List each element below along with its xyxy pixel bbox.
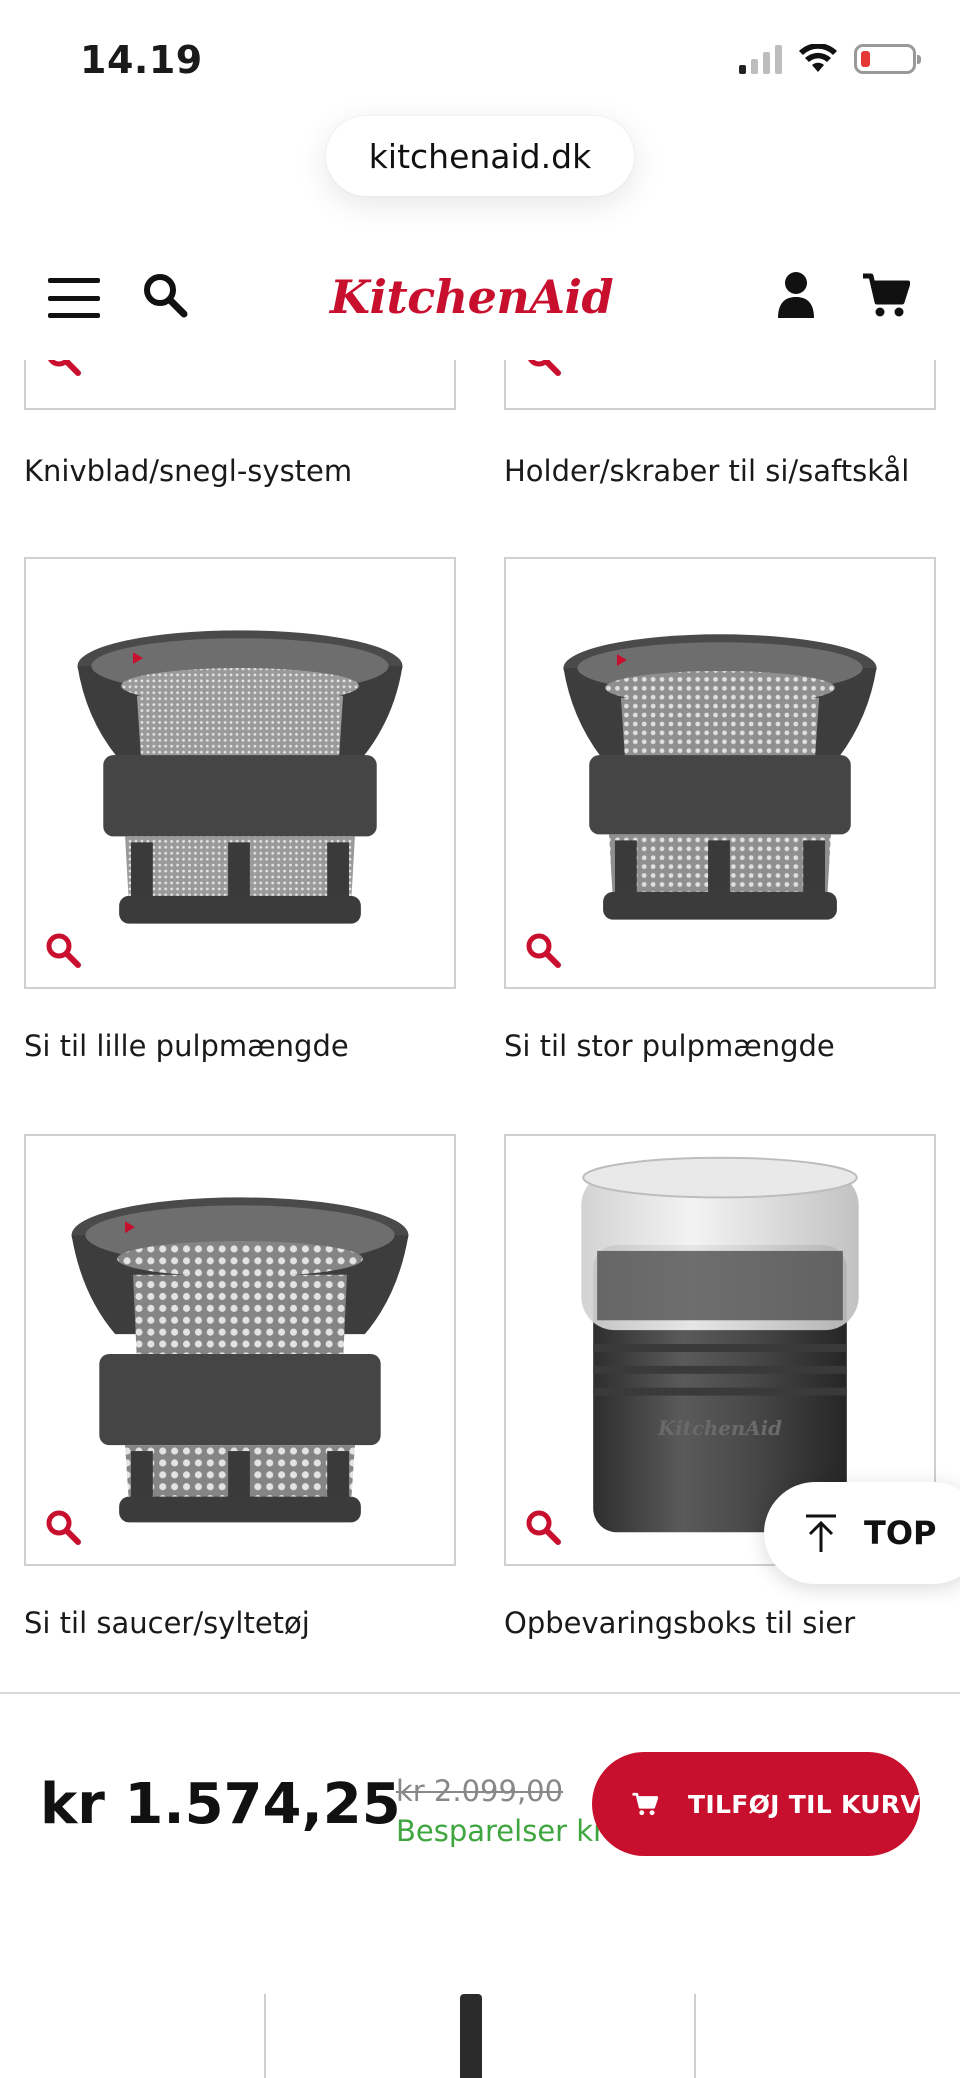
product-image[interactable] bbox=[24, 1134, 456, 1566]
product-card[interactable]: Si til saucer/syltetøj bbox=[24, 1134, 456, 1640]
product-image[interactable] bbox=[24, 360, 456, 410]
zoom-button[interactable] bbox=[26, 913, 100, 987]
address-bar[interactable]: kitchenaid.dk bbox=[326, 116, 634, 196]
battery-icon bbox=[854, 44, 921, 74]
hamburger-menu-icon[interactable] bbox=[48, 278, 100, 318]
product-image[interactable] bbox=[504, 360, 936, 410]
zoom-button[interactable] bbox=[26, 1490, 100, 1564]
cart-icon bbox=[632, 1792, 659, 1816]
zoom-icon bbox=[48, 360, 81, 376]
add-to-cart-label: TILFØJ TIL KURV bbox=[688, 1789, 920, 1819]
original-price: kr 2.099,00 bbox=[396, 1774, 564, 1808]
zoom-icon bbox=[528, 360, 561, 376]
zoom-icon bbox=[46, 933, 81, 968]
cellular-signal-icon bbox=[739, 44, 782, 74]
next-product-image[interactable] bbox=[264, 1994, 696, 2078]
search-icon[interactable] bbox=[140, 270, 190, 320]
account-icon[interactable] bbox=[776, 270, 816, 320]
product-image[interactable] bbox=[504, 557, 936, 989]
status-icons bbox=[739, 44, 921, 74]
site-header: KitchenAid bbox=[0, 240, 960, 360]
cart-icon[interactable] bbox=[862, 272, 910, 318]
zoom-icon bbox=[526, 933, 561, 968]
zoom-button[interactable] bbox=[506, 360, 580, 408]
zoom-icon bbox=[46, 1510, 81, 1545]
product-title[interactable]: Opbevaringsboks til sier bbox=[504, 1606, 936, 1640]
purchase-bar: kr 1.574,25 kr 2.099,00 Besparelser kr 5… bbox=[0, 1692, 960, 1922]
scroll-to-top-button[interactable]: TOP bbox=[764, 1482, 960, 1584]
savings-text: Besparelser kr 524,75 bbox=[396, 1814, 616, 1848]
product-card[interactable]: Si til stor pulpmængde bbox=[504, 557, 936, 1063]
product-title[interactable]: Si til saucer/syltetøj bbox=[24, 1606, 456, 1640]
current-price: kr 1.574,25 bbox=[40, 1772, 401, 1837]
zoom-button[interactable] bbox=[26, 360, 100, 408]
wifi-icon bbox=[799, 44, 837, 72]
product-card[interactable]: Holder/skraber til si/saftskål bbox=[504, 360, 936, 488]
zoom-button[interactable] bbox=[506, 913, 580, 987]
product-card[interactable]: Si til lille pulpmængde bbox=[24, 557, 456, 1063]
svg-text:KitchenAid: KitchenAid bbox=[657, 1416, 782, 1440]
product-image-fragment bbox=[460, 1994, 482, 2078]
scroll-to-top-label: TOP bbox=[864, 1514, 937, 1552]
status-bar: 14.19 bbox=[0, 0, 960, 110]
zoom-icon bbox=[526, 1510, 561, 1545]
address-bar-url: kitchenaid.dk bbox=[368, 136, 592, 176]
product-title[interactable]: Knivblad/snegl-system bbox=[24, 454, 456, 488]
status-time: 14.19 bbox=[80, 38, 203, 82]
product-title[interactable]: Si til stor pulpmængde bbox=[504, 1029, 936, 1063]
product-title[interactable]: Si til lille pulpmængde bbox=[24, 1029, 456, 1063]
product-image[interactable] bbox=[24, 557, 456, 989]
product-card[interactable]: Knivblad/snegl-system bbox=[24, 360, 456, 488]
add-to-cart-button[interactable]: TILFØJ TIL KURV bbox=[592, 1752, 920, 1856]
product-title[interactable]: Holder/skraber til si/saftskål bbox=[504, 454, 936, 488]
arrow-up-icon bbox=[806, 1514, 836, 1552]
zoom-button[interactable] bbox=[506, 1490, 580, 1564]
kitchenaid-logo[interactable]: KitchenAid bbox=[330, 270, 614, 324]
